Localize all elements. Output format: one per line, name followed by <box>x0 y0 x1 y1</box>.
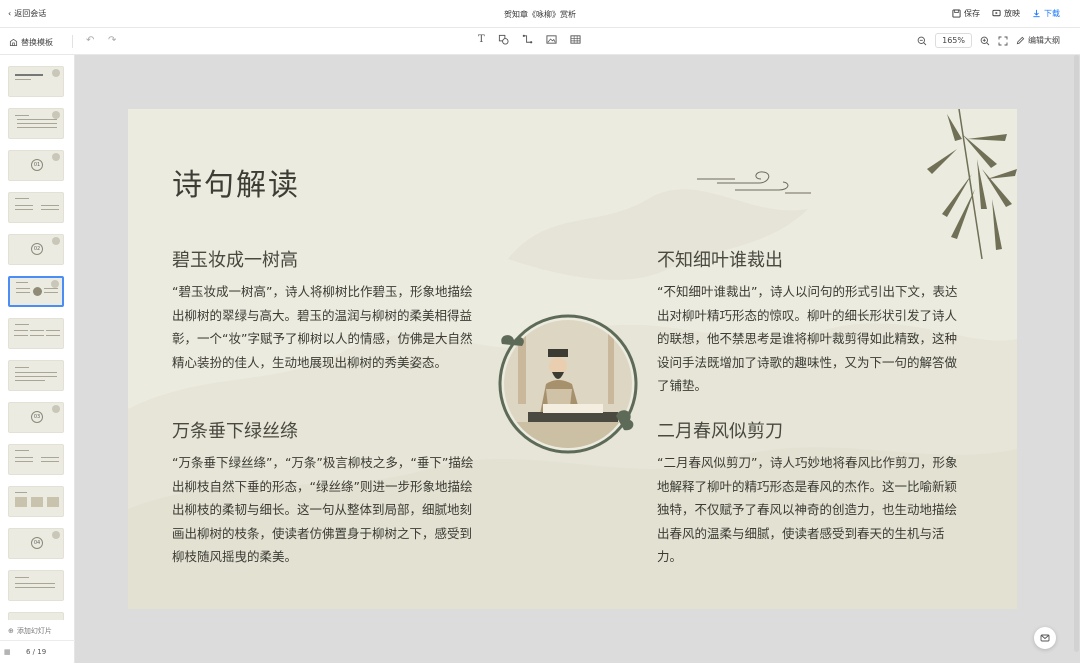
canvas-scrollbar[interactable] <box>1074 55 1079 652</box>
save-label: 保存 <box>964 9 980 18</box>
section-heading[interactable]: 万条垂下绿丝绦 <box>172 417 298 443</box>
redo-button[interactable]: ↷ <box>108 35 116 46</box>
section-body[interactable]: “不知细叶谁裁出”，诗人以问句的形式引出下文，表达出对柳叶精巧形态的惊叹。柳叶的… <box>657 280 969 398</box>
slide-thumbnail[interactable]: 01 <box>8 150 64 181</box>
undo-icon: ↶ <box>86 35 95 46</box>
download-label: 下载 <box>1044 9 1060 18</box>
thumb-section-number: 04 <box>31 537 43 549</box>
section-body[interactable]: “万条垂下绿丝绦”，“万条”极言柳枝之多，“垂下”描绘出柳枝自然下垂的形态，“绿… <box>172 451 484 569</box>
top-bar: ‹ 返回会话 贺知章《咏柳》赏析 保存 放映 下载 <box>0 0 1080 28</box>
section-heading[interactable]: 碧玉妆成一树高 <box>172 246 298 272</box>
edit-outline-button[interactable]: 编辑大纲 <box>1016 35 1060 46</box>
shape-tool-icon[interactable] <box>498 34 509 45</box>
slide-thumbnail[interactable] <box>8 360 64 391</box>
play-label: 放映 <box>1004 9 1020 18</box>
play-button[interactable]: 放映 <box>992 8 1020 19</box>
redo-icon: ↷ <box>108 35 117 46</box>
save-icon <box>952 9 961 18</box>
chevron-left-icon: ‹ <box>8 9 12 18</box>
connector-tool-icon[interactable] <box>522 34 533 45</box>
section-body[interactable]: “二月春风似剪刀”，诗人巧妙地将春风比作剪刀，形象地解释了柳叶的精巧形态是春风的… <box>657 451 969 569</box>
slide-thumbnails-panel: 01 02 03 04 ⊕ 添加幻灯片 ▦ 6 / 19 <box>0 55 75 663</box>
slide-thumbnail[interactable] <box>8 444 64 475</box>
thumb-section-number: 01 <box>31 159 43 171</box>
slide-title[interactable]: 诗句解读 <box>172 160 300 204</box>
table-tool-icon[interactable] <box>570 34 581 45</box>
zoom-in-icon[interactable] <box>980 36 990 46</box>
back-label: 返回会话 <box>14 9 47 18</box>
top-actions: 保存 放映 下载 <box>952 8 1060 19</box>
section-heading[interactable]: 不知细叶谁裁出 <box>657 246 783 272</box>
add-slide-button[interactable]: ⊕ 添加幻灯片 <box>8 626 52 636</box>
save-button[interactable]: 保存 <box>952 8 980 19</box>
feedback-button[interactable] <box>1034 627 1056 649</box>
template-icon <box>9 38 18 47</box>
back-to-chat-button[interactable]: ‹ 返回会话 <box>8 8 46 19</box>
editor-toolbar: 替换模板 ↶ ↷ T 165% 编辑大纲 <box>0 28 1080 55</box>
page-indicator-text: 6 / 19 <box>26 648 47 656</box>
slide-thumbnail[interactable]: 04 <box>8 528 64 559</box>
thumb-section-number: 03 <box>31 411 43 423</box>
section-heading[interactable]: 二月春风似剪刀 <box>657 417 783 443</box>
edit-outline-label: 编辑大纲 <box>1028 36 1060 45</box>
plus-circle-icon: ⊕ <box>8 627 14 635</box>
zoom-level-input[interactable]: 165% <box>935 33 972 48</box>
zoom-out-icon[interactable] <box>917 36 927 46</box>
slide-thumbnail[interactable] <box>8 192 64 223</box>
replace-template-button[interactable]: 替换模板 <box>9 37 53 48</box>
insert-tools: T <box>478 34 581 45</box>
mail-icon <box>1040 634 1050 642</box>
slide-canvas[interactable]: 诗句解读 碧玉妆成一树高 “碧玉妆成一树高”，诗人将柳树比作碧玉，形象地描绘出柳… <box>128 109 1017 609</box>
pen-icon <box>1016 36 1025 45</box>
download-icon <box>1033 9 1040 18</box>
toolbar-divider <box>72 35 73 48</box>
page-indicator: ▦ 6 / 19 <box>0 640 75 663</box>
cloud-swirl-decoration <box>697 171 811 194</box>
section-body[interactable]: “碧玉妆成一树高”，诗人将柳树比作碧玉，形象地描绘出柳树的翠绿与高大。碧玉的温润… <box>172 280 484 374</box>
thumbnail-list: 01 02 03 04 <box>0 55 75 620</box>
present-icon <box>992 9 1001 17</box>
slide-thumbnail[interactable]: 03 <box>8 402 64 433</box>
slide-thumbnail[interactable] <box>8 66 64 97</box>
slide-thumbnail[interactable] <box>8 108 64 139</box>
slide-thumbnail[interactable] <box>8 486 64 517</box>
slide-thumbnail-active[interactable] <box>8 276 64 307</box>
grid-view-icon[interactable]: ▦ <box>4 648 11 656</box>
download-button[interactable]: 下载 <box>1032 8 1060 19</box>
slide-thumbnail[interactable] <box>8 612 64 620</box>
poet-portrait-illustration[interactable] <box>498 314 639 455</box>
slide-thumbnail[interactable] <box>8 570 64 601</box>
replace-template-label: 替换模板 <box>21 38 53 47</box>
bamboo-leaves-illustration <box>927 109 1017 259</box>
image-tool-icon[interactable] <box>546 34 557 45</box>
document-title: 贺知章《咏柳》赏析 <box>504 10 576 19</box>
zoom-controls: 165% 编辑大纲 <box>917 33 1060 48</box>
thumb-section-number: 02 <box>31 243 43 255</box>
fullscreen-icon[interactable] <box>998 36 1008 46</box>
undo-button[interactable]: ↶ <box>86 35 94 46</box>
add-slide-label: 添加幻灯片 <box>16 627 52 635</box>
text-tool-icon[interactable]: T <box>478 34 485 45</box>
slide-thumbnail[interactable] <box>8 318 64 349</box>
slide-thumbnail[interactable]: 02 <box>8 234 64 265</box>
